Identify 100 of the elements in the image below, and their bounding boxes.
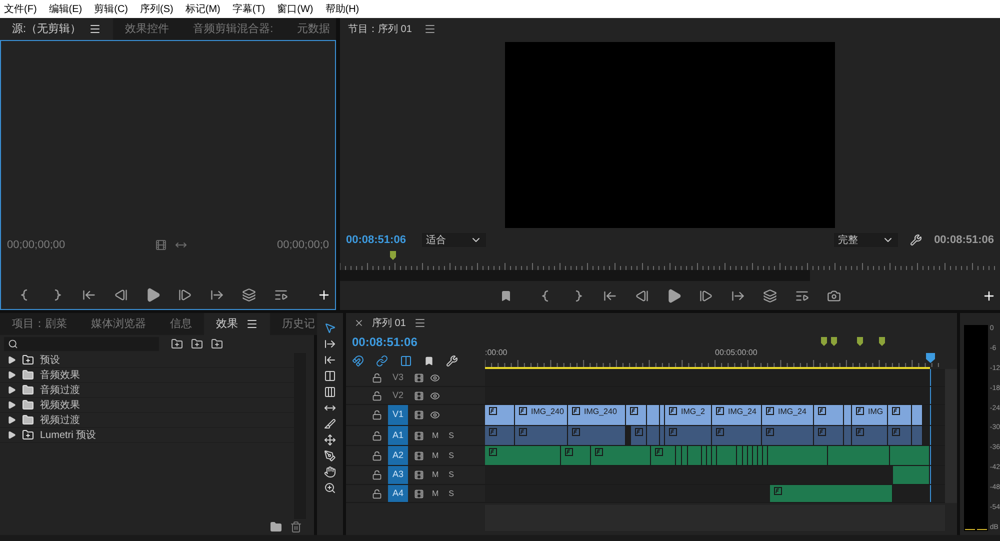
timeline-clip[interactable]	[844, 405, 852, 425]
track-name[interactable]: V2	[388, 387, 408, 404]
timeline-clip[interactable]	[626, 405, 647, 425]
lock-open-icon[interactable]	[372, 390, 382, 400]
plus-icon[interactable]	[317, 288, 331, 302]
menu-icon[interactable]	[424, 23, 436, 35]
wrench-icon[interactable]	[910, 234, 922, 246]
bookmark-icon[interactable]	[424, 356, 434, 366]
columns-icon[interactable]	[400, 355, 412, 367]
menu-item[interactable]: 编辑(E)	[48, 2, 82, 16]
timeline-clip[interactable]	[682, 446, 688, 465]
timeline-clip[interactable]	[707, 446, 712, 465]
timeline-clip[interactable]	[485, 426, 515, 445]
timeline-clip[interactable]: IMG_24	[712, 405, 762, 425]
timeline-clip[interactable]	[912, 405, 923, 425]
mute-toggle[interactable]: M	[430, 430, 441, 442]
menu-item[interactable]: 序列(S)	[140, 2, 174, 16]
timeline-clip[interactable]	[912, 426, 923, 445]
timeline-clip[interactable]	[888, 426, 912, 445]
vertical-scrollbar[interactable]	[945, 369, 957, 503]
timeline-clip[interactable]	[852, 426, 888, 445]
menu-item[interactable]: 标记(M)	[185, 2, 220, 16]
panel-tab[interactable]: 项目：剧菜	[0, 313, 79, 335]
film-icon[interactable]	[414, 470, 424, 480]
lock-open-icon[interactable]	[372, 488, 382, 498]
expand-arrow-icon[interactable]	[8, 356, 16, 364]
track-name[interactable]: A4	[388, 485, 408, 502]
plus-icon[interactable]	[982, 288, 996, 302]
folder-plus-icon[interactable]	[211, 338, 223, 350]
timeline-clip[interactable]	[743, 446, 748, 465]
menu-icon[interactable]	[414, 317, 426, 329]
timeline-clip[interactable]	[890, 446, 930, 465]
close-icon[interactable]	[354, 318, 364, 328]
timeline-clip[interactable]	[561, 446, 591, 465]
panel-tab[interactable]: 源:（无剪辑）	[0, 18, 114, 40]
timeline-clip[interactable]	[591, 446, 651, 465]
link-icon[interactable]	[376, 355, 388, 367]
menu-item[interactable]: 帮助(H)	[325, 2, 360, 16]
panel-tab[interactable]: 效果控件	[113, 18, 182, 40]
panel-tab[interactable]: 元数据	[285, 18, 342, 40]
timeline-clip[interactable]	[763, 446, 768, 465]
timeline-clip[interactable]	[660, 426, 665, 445]
timeline-clip[interactable]	[814, 405, 844, 425]
effects-tree-item[interactable]: 预设	[0, 353, 294, 368]
lock-open-icon[interactable]	[372, 410, 382, 420]
timeline-clip[interactable]	[814, 426, 844, 445]
mute-toggle[interactable]: M	[430, 488, 441, 500]
folder-plus-icon[interactable]	[171, 338, 183, 350]
timeline-clip[interactable]	[702, 446, 707, 465]
lock-open-icon[interactable]	[372, 430, 382, 440]
menu-item[interactable]: 字幕(T)	[232, 2, 266, 16]
film-icon[interactable]	[414, 410, 424, 420]
track-name[interactable]: A3	[388, 466, 408, 484]
timeline-clip[interactable]	[748, 446, 753, 465]
timeline-clip[interactable]	[688, 446, 702, 465]
track-name[interactable]: V3	[388, 369, 408, 386]
timeline-clip[interactable]	[568, 426, 626, 445]
zoom-scrollbar[interactable]	[340, 270, 810, 281]
timeline-clip[interactable]	[828, 446, 890, 465]
timeline-clip[interactable]	[844, 426, 852, 445]
panel-tab[interactable]: 信息	[158, 313, 204, 335]
timeline-clip[interactable]	[665, 426, 712, 445]
zoom-dropdown[interactable]: 适合	[422, 233, 486, 247]
timeline-clip[interactable]	[660, 405, 665, 425]
eye-icon[interactable]	[430, 372, 440, 382]
search-field[interactable]	[4, 337, 159, 351]
film-icon[interactable]	[155, 238, 168, 251]
timeline-clip[interactable]	[647, 405, 660, 425]
menu-item[interactable]: 剪辑(C)	[94, 2, 128, 16]
timeline-clip[interactable]	[768, 446, 828, 465]
timeline-clip[interactable]	[758, 446, 763, 465]
sequence-tab[interactable]: 序列 01	[372, 316, 406, 330]
quality-dropdown[interactable]: 完整	[834, 233, 898, 247]
film-icon[interactable]	[414, 372, 424, 382]
panel-tab[interactable]: 媒体浏览器	[79, 313, 158, 335]
timeline-clip[interactable]	[651, 446, 676, 465]
mute-toggle[interactable]: M	[430, 450, 441, 462]
playhead-icon[interactable]	[926, 353, 935, 363]
expand-arrow-icon[interactable]	[8, 416, 16, 424]
magnet-icon[interactable]	[352, 355, 364, 367]
timeline-clip[interactable]: IMG_240	[515, 405, 568, 425]
track-name[interactable]: A2	[388, 446, 408, 465]
panel-tab[interactable]: 音频剪辑混合器:	[181, 18, 286, 40]
film-icon[interactable]	[414, 450, 424, 460]
timeline-clip[interactable]	[888, 405, 912, 425]
solo-toggle[interactable]: S	[446, 430, 456, 442]
timeline-clip[interactable]	[647, 426, 660, 445]
lock-open-icon[interactable]	[372, 470, 382, 480]
menu-item[interactable]: 窗口(W)	[277, 2, 314, 16]
expand-arrow-icon[interactable]	[8, 386, 16, 394]
eye-icon[interactable]	[430, 410, 440, 420]
expand-arrow-icon[interactable]	[8, 431, 16, 439]
panel-tab[interactable]: 效果	[204, 313, 270, 335]
effects-tree-item[interactable]: 视频过渡	[0, 413, 294, 428]
timeline-clip[interactable]	[770, 485, 893, 502]
timeline-clip[interactable]: IMG_240	[568, 405, 626, 425]
film-icon[interactable]	[414, 390, 424, 400]
timeline-clip[interactable]	[712, 446, 717, 465]
wrench-icon[interactable]	[446, 355, 458, 367]
effects-tree-item[interactable]: 音频效果	[0, 368, 294, 383]
